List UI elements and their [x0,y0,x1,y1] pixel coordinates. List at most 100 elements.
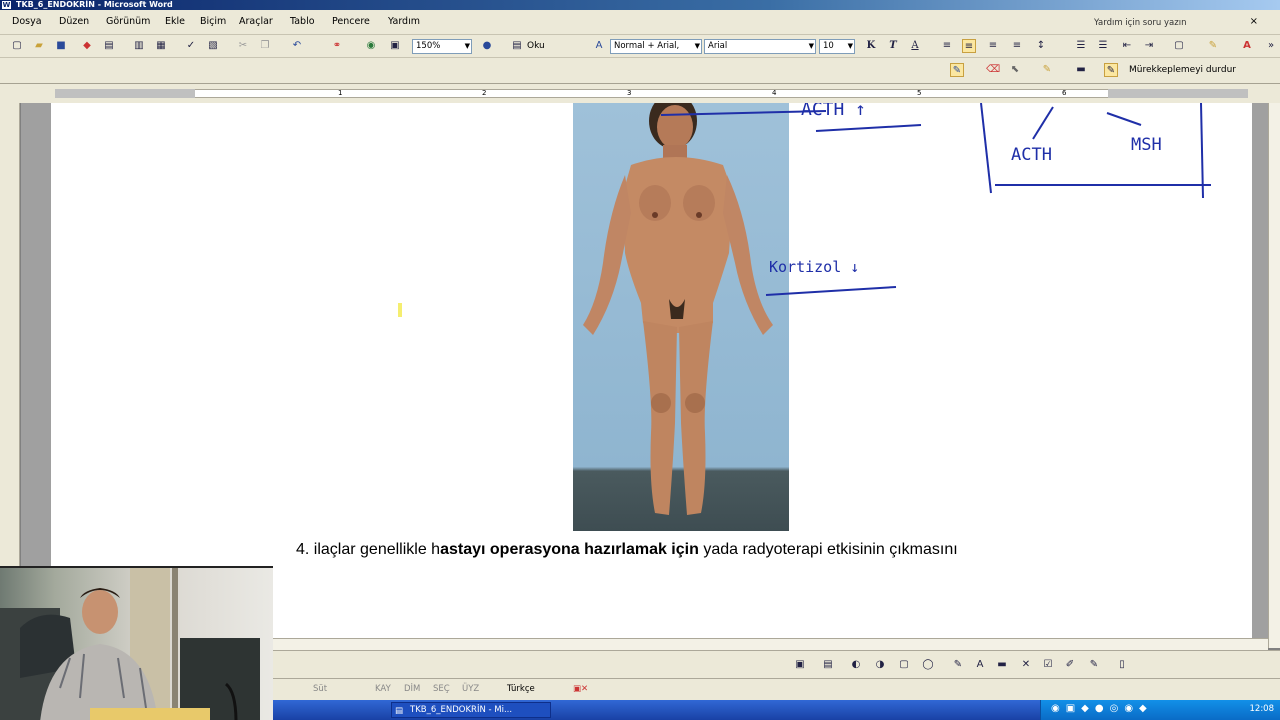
ink-toolbar: ✎ ⌫ ⬉ ✎ ▬ ✎ [0,58,1280,84]
decrease-indent-icon[interactable]: ⇤ [1120,39,1134,53]
format-painter-icon[interactable]: ✐ [1063,658,1077,672]
copy-icon[interactable]: ❐ [258,39,272,53]
status-ovr[interactable]: ÜYZ [462,684,479,694]
menu-table[interactable]: Tablo [290,16,315,27]
close-document-icon[interactable]: × [1250,16,1258,27]
zoom-select[interactable]: 150% ▼ [412,39,472,54]
read-button-label[interactable]: Oku [527,41,545,51]
style-select[interactable]: Normal + Arial, ▼ [610,39,702,54]
menu-insert[interactable]: Ekle [165,16,185,27]
spelling-icon[interactable]: ✓ [184,39,198,53]
new-document-icon[interactable]: ▢ [10,39,24,53]
menu-file[interactable]: Dosya [12,16,42,27]
menu-edit[interactable]: Düzen [59,16,89,27]
highlight-icon[interactable]: ✎ [1206,39,1220,53]
ink-color-icon[interactable]: ✎ [1040,63,1054,77]
presenter-video-illustration [0,568,260,720]
menu-view[interactable]: Görünüm [106,16,150,27]
underline-button[interactable]: A [908,39,922,53]
tray-icons[interactable]: ◉▣◆●◎◉◆ [1051,703,1153,714]
cut-icon[interactable]: ✂ [236,39,250,53]
eraser-icon[interactable]: ⌫ [986,63,1000,77]
status-language[interactable]: Türkçe [507,684,535,694]
taskbar-clock: 12:08 [1249,704,1275,714]
font-size-select[interactable]: 10 ▼ [819,39,855,54]
align-right-icon[interactable]: ≡ [986,39,1000,53]
font-select[interactable]: Arial ▼ [704,39,816,54]
ruler-number: 1 [338,89,343,97]
increase-indent-icon[interactable]: ⇥ [1142,39,1156,53]
draw-icon[interactable]: ▣ [793,658,807,672]
line-style-icon[interactable]: ▬ [995,658,1009,672]
horizontal-ruler[interactable]: 1 2 3 4 5 6 [0,84,1280,103]
menu-help[interactable]: Yardım [388,16,420,27]
menu-tools[interactable]: Araçlar [239,16,273,27]
permission-icon[interactable]: ◆ [80,39,94,53]
annotation-acth: ACTH [1011,145,1052,165]
document-paragraph: 4. ilaçlar genellikle hastayı operasyona… [296,541,958,559]
taskbar-word-button[interactable]: ▤ TKB_6_ENDOKRİN - Mi... [391,702,551,718]
horizontal-scrollbar[interactable] [273,638,1268,650]
bold-button[interactable]: K [864,39,878,53]
columns-icon[interactable]: ▣ [388,39,402,53]
hyperlink-icon[interactable]: ⚭ [330,39,344,53]
select-tool-icon[interactable]: ✕ [1019,658,1033,672]
styles-pane-icon[interactable]: A [592,39,606,53]
research-icon[interactable]: ▦ [154,39,168,53]
webcam-overlay [0,566,273,720]
drawing-toolbar: ▣ ▤ ◐ ◑ ▢ ◯ ✎ A ▬ ✕ ☑ ✐ ✎ ▯ [273,650,1280,678]
rectangle-icon[interactable]: ▢ [897,658,911,672]
align-left-icon[interactable]: ≡ [940,39,954,53]
numbering-icon[interactable]: ☰ [1074,39,1088,53]
menu-format[interactable]: Biçim [200,16,226,27]
borders-icon[interactable]: ▢ [1172,39,1186,53]
arrow-icon[interactable]: ◑ [873,658,887,672]
menu-window[interactable]: Pencere [332,16,370,27]
justify-icon[interactable]: ≡ [1010,39,1024,53]
research-book-icon[interactable]: ▧ [206,39,220,53]
ink-pen-icon[interactable]: ✎ [950,63,964,77]
vertical-scrollbar[interactable] [1268,103,1280,648]
oval-icon[interactable]: ◯ [921,658,935,672]
stop-inking-button[interactable]: Mürekkeplemeyi durdur [1125,61,1249,79]
select-objects-icon[interactable]: ⬉ [1008,63,1022,77]
font-color-icon[interactable]: A [1240,39,1254,53]
help-icon[interactable]: ● [480,39,494,53]
line-spacing-icon[interactable]: ↕ [1034,39,1048,53]
textbox-icon[interactable]: ✎ [951,658,965,672]
print-preview-icon[interactable]: ▥ [132,39,146,53]
ruler-number: 5 [917,89,922,97]
open-folder-icon[interactable]: ▰ [32,39,46,53]
chevron-down-icon: ▼ [694,42,700,50]
autoshapes-icon[interactable]: ▤ [821,658,835,672]
checkmark-icon[interactable]: ☑ [1041,658,1055,672]
help-search-input[interactable]: Yardım için soru yazın [1090,16,1240,30]
ruler-left-margin [55,89,195,98]
tables-icon[interactable]: ◉ [364,39,378,53]
stop-inking-icon[interactable]: ✎ [1104,63,1118,77]
ink-style-icon[interactable]: ▬ [1074,63,1088,77]
word-app-icon: W [2,1,11,9]
annotation-acth-up: ACTH ↑ [801,103,867,120]
undo-icon[interactable]: ↶ [290,39,304,53]
print-icon[interactable]: ▤ [102,39,116,53]
line-icon[interactable]: ◐ [849,658,863,672]
read-mode-icon[interactable]: ▤ [510,39,524,53]
status-trk[interactable]: DİM [404,684,420,694]
document-page[interactable]: ACTH ↑ ACTH MSH Kortizol ↓ 4. ilaçlar ge… [51,103,1252,638]
align-center-icon[interactable]: ≡ [962,39,976,53]
drawing-options-icon[interactable]: ▯ [1115,658,1129,672]
status-rec[interactable]: KAY [375,684,391,694]
bullets-icon[interactable]: ☰ [1096,39,1110,53]
caption-bold: astayı operasyona hazırlamak için [440,541,699,558]
italic-button[interactable]: T [886,39,900,53]
windows-taskbar: ▤ TKB_6_ENDOKRİN - Mi... ◉▣◆●◎◉◆ 12:08 [273,700,1280,720]
toolbar-options-icon[interactable]: » [1264,39,1278,53]
ink-annotation-icon[interactable]: ✎ [1087,658,1101,672]
wordart-icon[interactable]: A [973,658,987,672]
zoom-value: 150% [416,41,441,51]
spelling-status-icon[interactable]: ▣✕ [573,684,588,694]
ruler-right-margin [1108,89,1248,98]
save-icon[interactable]: ■ [54,39,68,53]
status-ext[interactable]: SEÇ [433,684,450,694]
